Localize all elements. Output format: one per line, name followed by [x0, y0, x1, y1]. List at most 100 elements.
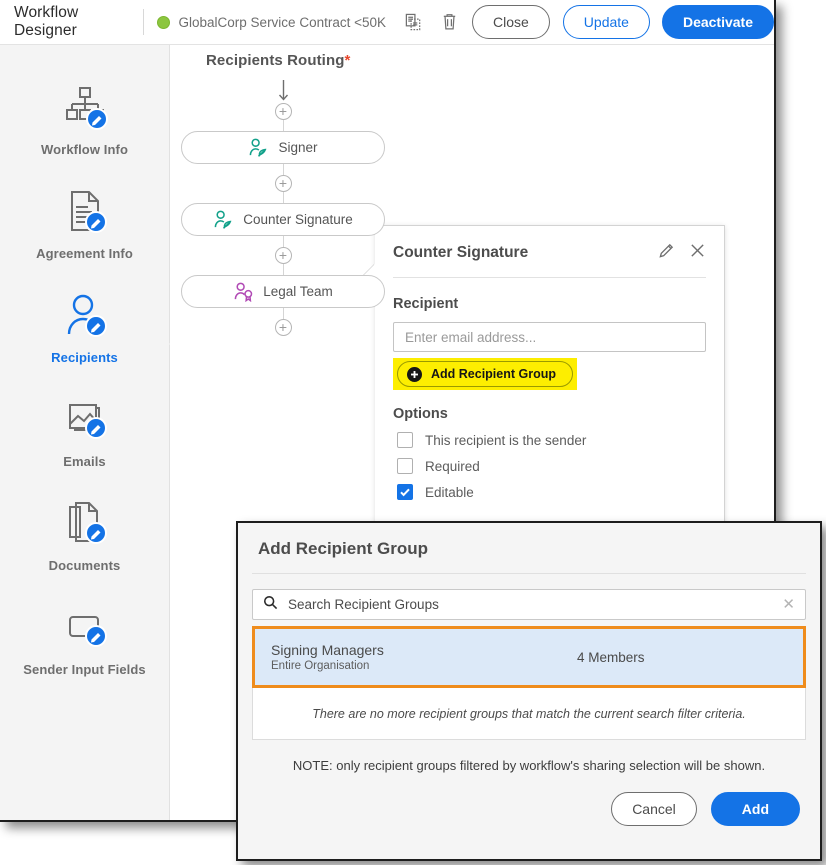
checkbox-this-recipient-is-the-sender[interactable] [397, 432, 413, 448]
dialog-footer: Cancel Add [238, 773, 820, 826]
group-member-count: 4 Members [577, 650, 787, 665]
trash-icon[interactable] [436, 9, 462, 35]
page-title: Workflow Designer [14, 4, 127, 40]
panel-header: Counter Signature [375, 226, 724, 264]
flow-connector [283, 236, 284, 247]
signer-icon [213, 210, 234, 230]
recipient-node-legal-team[interactable]: Legal Team [181, 275, 385, 308]
option-label: This recipient is the sender [425, 433, 586, 448]
flow-connector [283, 164, 284, 175]
recipient-email-input[interactable]: Enter email address... [393, 322, 706, 352]
signer-icon [248, 138, 269, 158]
plus-glyph: + [279, 176, 287, 190]
add-recipient-group-dialog: Add Recipient Group Search Recipient Gro… [236, 521, 822, 861]
approver-seal-icon [233, 282, 254, 302]
checkbox-editable[interactable] [397, 484, 413, 500]
group-name: Signing Managers [271, 642, 577, 658]
panel-header-icons [658, 242, 706, 264]
screenshot-root: Workflow Designer GlobalCorp Service Con… [0, 0, 826, 865]
add-recipient-node-0[interactable]: + [275, 103, 292, 120]
group-scope: Entire Organisation [271, 660, 577, 672]
header-divider [143, 9, 144, 35]
flow-connector [283, 308, 284, 319]
routing-title-text: Recipients Routing [206, 52, 344, 69]
group-info: Signing Managers Entire Organisation [271, 642, 577, 672]
clear-x-icon[interactable]: ✕ [782, 597, 795, 612]
sidebar-item-sender-input-fields[interactable]: Sender Input Fields [0, 603, 169, 677]
flow-connector [283, 192, 284, 203]
deactivate-button[interactable]: Deactivate [662, 5, 774, 39]
dialog-title: Add Recipient Group [238, 523, 820, 559]
empty-results-message: There are no more recipient groups that … [312, 707, 746, 721]
sidebar-item-recipients[interactable]: Recipients [0, 291, 169, 365]
sidebar-item-label: Sender Input Fields [23, 662, 146, 677]
panel-title: Counter Signature [393, 244, 658, 262]
app-header: Workflow Designer GlobalCorp Service Con… [0, 0, 774, 45]
dialog-note: NOTE: only recipient groups filtered by … [238, 758, 820, 773]
add-recipient-node-2[interactable]: + [275, 247, 292, 264]
sidebar-item-label: Documents [49, 558, 121, 573]
sidebar-item-documents[interactable]: Documents [0, 499, 169, 573]
flow-connector [283, 264, 284, 275]
org-chart-edit-icon [61, 83, 109, 131]
recipient-node-label: Signer [278, 140, 317, 155]
recipient-group-list: Signing Managers Entire Organisation 4 M… [252, 626, 806, 688]
duplicate-icon[interactable] [400, 9, 426, 35]
pencil-icon[interactable] [658, 242, 675, 264]
search-input-value: Search Recipient Groups [288, 597, 772, 612]
plus-circle-icon [407, 367, 422, 382]
plus-glyph: + [279, 320, 287, 334]
sidebar-item-label: Agreement Info [36, 246, 133, 261]
sidebar-item-label: Workflow Info [41, 142, 128, 157]
recipient-node-counter-signature[interactable]: Counter Signature [181, 203, 385, 236]
add-recipient-group-label: Add Recipient Group [431, 367, 556, 381]
header-icon-actions [400, 9, 462, 35]
option-row-editable[interactable]: Editable [375, 474, 724, 500]
document-name: GlobalCorp Service Contract <50K [179, 15, 386, 30]
sidebar-item-emails[interactable]: Emails [0, 395, 169, 469]
plus-glyph: + [279, 104, 287, 118]
routing-title: Recipients Routing* [206, 52, 350, 69]
option-row-sender[interactable]: This recipient is the sender [375, 422, 724, 448]
option-label: Editable [425, 485, 474, 500]
option-row-required[interactable]: Required [375, 448, 724, 474]
recipient-node-label: Counter Signature [243, 212, 353, 227]
close-button[interactable]: Close [472, 5, 550, 39]
add-recipient-node-3[interactable]: + [275, 319, 292, 336]
recipient-node-label: Legal Team [263, 284, 333, 299]
flow-down-arrow-icon [181, 80, 385, 102]
counter-signature-panel: Counter Signature [375, 225, 725, 535]
documents-edit-icon [61, 499, 109, 547]
flow-connector [283, 120, 284, 131]
search-recipient-groups-input[interactable]: Search Recipient Groups ✕ [252, 589, 806, 620]
close-icon[interactable] [689, 242, 706, 264]
list-item[interactable]: Signing Managers Entire Organisation 4 M… [252, 626, 806, 688]
update-button[interactable]: Update [563, 5, 650, 39]
option-label: Required [425, 459, 480, 474]
checkbox-required[interactable] [397, 458, 413, 474]
sidebar: Workflow Info [0, 45, 170, 822]
sidebar-item-label: Recipients [51, 350, 118, 365]
options-section-label: Options [375, 390, 724, 422]
recipient-email-placeholder: Enter email address... [405, 330, 536, 345]
recipient-node-signer[interactable]: Signer [181, 131, 385, 164]
sidebar-item-agreement-info[interactable]: Agreement Info [0, 187, 169, 261]
add-button[interactable]: Add [711, 792, 800, 826]
add-recipient-group-highlight: Add Recipient Group [393, 358, 577, 390]
image-mail-edit-icon [61, 395, 109, 443]
status-badge [157, 16, 170, 29]
input-field-edit-icon [61, 603, 109, 651]
cancel-button[interactable]: Cancel [611, 792, 697, 826]
document-edit-icon [61, 187, 109, 235]
add-recipient-node-1[interactable]: + [275, 175, 292, 192]
empty-results-area: There are no more recipient groups that … [252, 688, 806, 740]
plus-glyph: + [279, 248, 287, 262]
add-recipient-group-button[interactable]: Add Recipient Group [397, 361, 573, 387]
recipient-section-label: Recipient [375, 278, 724, 312]
recipients-flow: + Signer [181, 80, 385, 336]
person-edit-icon [61, 291, 109, 339]
header-buttons: Close Update Deactivate [472, 5, 774, 39]
sidebar-item-label: Emails [63, 454, 106, 469]
dialog-divider [252, 573, 806, 574]
sidebar-item-workflow-info[interactable]: Workflow Info [0, 83, 169, 157]
